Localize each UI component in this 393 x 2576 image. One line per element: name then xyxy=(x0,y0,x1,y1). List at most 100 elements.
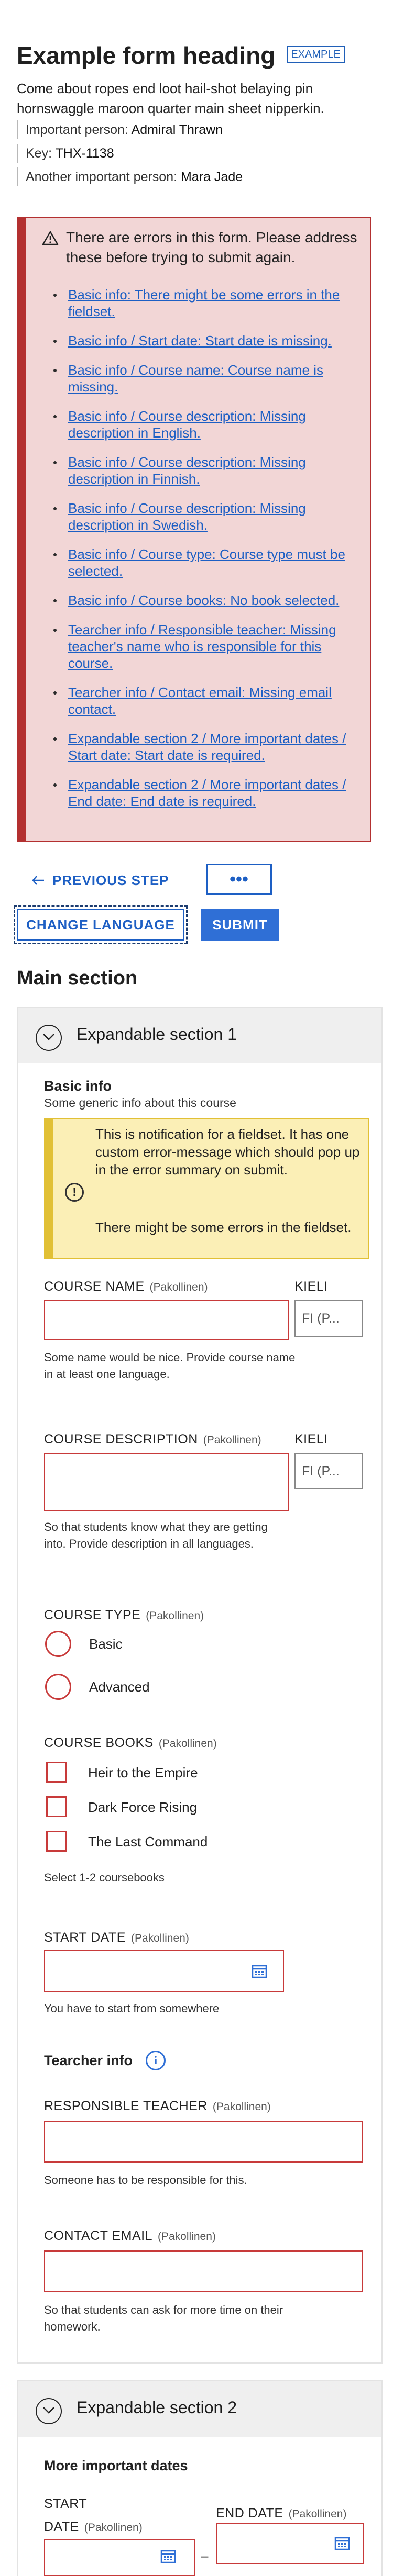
course-type-advanced-radio[interactable] xyxy=(45,1674,71,1700)
contact-email-hint: So that students can ask for more time o… xyxy=(44,2303,283,2333)
intro-text: Come about ropes end loot hail-shot bela… xyxy=(17,81,324,116)
teacher-info-title: Tearcher info xyxy=(44,2053,133,2068)
section2-end-label-text: END DATE xyxy=(216,2506,283,2521)
book-dark-force-checkbox[interactable] xyxy=(46,1796,67,1817)
book-dark-force-label: Dark Force Rising xyxy=(88,1799,198,1815)
calendar-icon[interactable] xyxy=(160,2549,176,2566)
meta-value: Admiral Thrawn xyxy=(131,122,223,137)
start-date-input[interactable] xyxy=(44,1950,284,1992)
error-summary: There are errors in this form. Please ad… xyxy=(17,217,371,842)
previous-step-button[interactable]: PREVIOUS STEP xyxy=(31,872,169,890)
error-link[interactable]: Tearcher info / Contact email: Missing e… xyxy=(68,685,332,717)
course-description-language-label: KIELI xyxy=(294,1432,328,1447)
start-date-label: START DATE (Pakollinen) xyxy=(44,1930,189,1945)
page-title: Example form heading EXAMPLE xyxy=(17,41,345,70)
course-name-language-select[interactable]: FI (P... xyxy=(294,1300,363,1337)
course-name-label: COURSE NAME (Pakollinen) xyxy=(44,1279,208,1294)
contact-email-label: CONTACT EMAIL (Pakollinen) xyxy=(44,2228,216,2244)
error-link[interactable]: Tearcher info / Responsible teacher: Mis… xyxy=(68,622,336,671)
course-type-basic-radio[interactable] xyxy=(45,1631,71,1657)
error-list: Basic info: There might be some errors i… xyxy=(53,286,362,822)
change-language-button[interactable]: CHANGE LANGUAGE xyxy=(14,905,188,944)
expandable-section-1-header[interactable]: Expandable section 1 xyxy=(18,1008,381,1063)
section2-start-label-text: DATE xyxy=(44,2519,79,2534)
error-item: Basic info / Start date: Start date is m… xyxy=(53,332,362,349)
arrow-left-icon xyxy=(31,873,45,890)
error-link[interactable]: Basic info: There might be some errors i… xyxy=(68,287,340,319)
calendar-icon[interactable] xyxy=(252,1964,267,1981)
error-link[interactable]: Basic info / Course description: Missing… xyxy=(68,408,306,441)
error-item: Expandable section 2 / More important da… xyxy=(53,730,362,764)
info-icon[interactable]: i xyxy=(146,2051,166,2070)
expandable-section-2-header[interactable]: Expandable section 2 xyxy=(18,2381,381,2437)
notice-text-2: There might be some errors in the fields… xyxy=(95,1219,352,1235)
required-label: (Pakollinen) xyxy=(203,1434,261,1446)
expandable-section-1-title: Expandable section 1 xyxy=(77,1025,237,1044)
responsible-teacher-label-text: RESPONSIBLE TEACHER xyxy=(44,2099,208,2113)
book-heir-label: Heir to the Empire xyxy=(88,1765,198,1780)
meta-value: Mara Jade xyxy=(181,170,243,184)
exclamation-icon: ! xyxy=(65,1183,84,1202)
page-title-text: Example form heading xyxy=(17,42,276,69)
error-link[interactable]: Basic info / Course type: Course type mu… xyxy=(68,546,345,579)
more-options-button[interactable]: ••• xyxy=(206,864,272,895)
notice-text-1: This is notification for a fieldset. It … xyxy=(95,1126,360,1178)
meta-key: Key: THX-1138 xyxy=(17,144,382,163)
error-item: Basic info / Course description: Missing… xyxy=(53,454,362,487)
date-range-separator: – xyxy=(201,2548,209,2563)
course-description-label-text: COURSE DESCRIPTION xyxy=(44,1432,198,1447)
course-description-hint: So that students know what they are gett… xyxy=(44,1520,268,1550)
responsible-teacher-hint: Someone has to be responsible for this. xyxy=(44,2174,247,2187)
contact-email-input[interactable] xyxy=(44,2250,363,2292)
error-item: Basic info / Course type: Course type mu… xyxy=(53,546,362,579)
meta-label: Key: xyxy=(26,146,52,161)
error-link[interactable]: Basic info / Course description: Missing… xyxy=(68,454,306,487)
form-page: Example form heading EXAMPLE Come about r… xyxy=(0,0,393,2576)
responsible-teacher-label: RESPONSIBLE TEACHER (Pakollinen) xyxy=(44,2099,271,2114)
course-description-language-select[interactable]: FI (P... xyxy=(294,1453,363,1489)
start-date-hint: You have to start from somewhere xyxy=(44,2002,220,2015)
error-item: Basic info / Course books: No book selec… xyxy=(53,592,362,609)
submit-button[interactable]: SUBMIT xyxy=(201,909,279,941)
section2-start-label: DATE (Pakollinen) xyxy=(44,2519,143,2535)
book-last-command-checkbox[interactable] xyxy=(46,1831,67,1852)
error-link[interactable]: Basic info / Start date: Start date is m… xyxy=(68,333,332,349)
previous-step-label: PREVIOUS STEP xyxy=(52,872,169,888)
error-summary-heading: There are errors in this form. Please ad… xyxy=(42,228,380,267)
more-dates-title: More important dates xyxy=(44,2458,188,2473)
error-item: Basic info / Course name: Course name is… xyxy=(53,362,362,395)
course-description-label: COURSE DESCRIPTION (Pakollinen) xyxy=(44,1432,261,1447)
meta-important-person: Important person: Admiral Thrawn xyxy=(17,120,382,139)
responsible-teacher-input[interactable] xyxy=(44,2121,363,2163)
book-last-command-label: The Last Command xyxy=(88,1834,208,1850)
error-link[interactable]: Basic info / Course name: Course name is… xyxy=(68,362,323,395)
error-item: Tearcher info / Contact email: Missing e… xyxy=(53,684,362,718)
course-name-hint: Some name would be nice. Provide course … xyxy=(44,1351,296,1381)
main-section-title: Main section xyxy=(17,967,138,989)
error-summary-heading-text: There are errors in this form. Please ad… xyxy=(66,229,357,265)
course-type-label-text: COURSE TYPE xyxy=(44,1608,141,1622)
error-link[interactable]: Expandable section 2 / More important da… xyxy=(68,731,346,763)
error-item: Basic info / Course description: Missing… xyxy=(53,500,362,533)
error-link[interactable]: Expandable section 2 / More important da… xyxy=(68,777,346,809)
fieldset-notice: ! This is notification for a fieldset. I… xyxy=(44,1118,369,1259)
calendar-icon[interactable] xyxy=(334,2536,350,2553)
basic-info-subtitle: Some generic info about this course xyxy=(44,1096,236,1110)
required-label: (Pakollinen) xyxy=(84,2522,143,2534)
warning-icon xyxy=(42,231,59,251)
meta-label: Another important person: xyxy=(26,170,178,184)
section2-end-label: END DATE (Pakollinen) xyxy=(216,2506,346,2521)
contact-email-label-text: CONTACT EMAIL xyxy=(44,2228,152,2243)
course-books-hint: Select 1-2 coursebooks xyxy=(44,1871,165,1884)
course-name-language-label: KIELI xyxy=(294,1279,328,1294)
chevron-down-icon xyxy=(36,1025,62,1051)
course-books-label-text: COURSE BOOKS xyxy=(44,1735,154,1750)
course-name-input[interactable] xyxy=(44,1300,289,1340)
error-item: Basic info: There might be some errors i… xyxy=(53,286,362,320)
error-link[interactable]: Basic info / Course books: No book selec… xyxy=(68,592,339,608)
course-description-input[interactable] xyxy=(44,1453,289,1511)
error-item: Basic info / Course description: Missing… xyxy=(53,408,362,441)
error-link[interactable]: Basic info / Course description: Missing… xyxy=(68,500,306,533)
required-label: (Pakollinen) xyxy=(212,2101,271,2113)
book-heir-checkbox[interactable] xyxy=(46,1762,67,1783)
